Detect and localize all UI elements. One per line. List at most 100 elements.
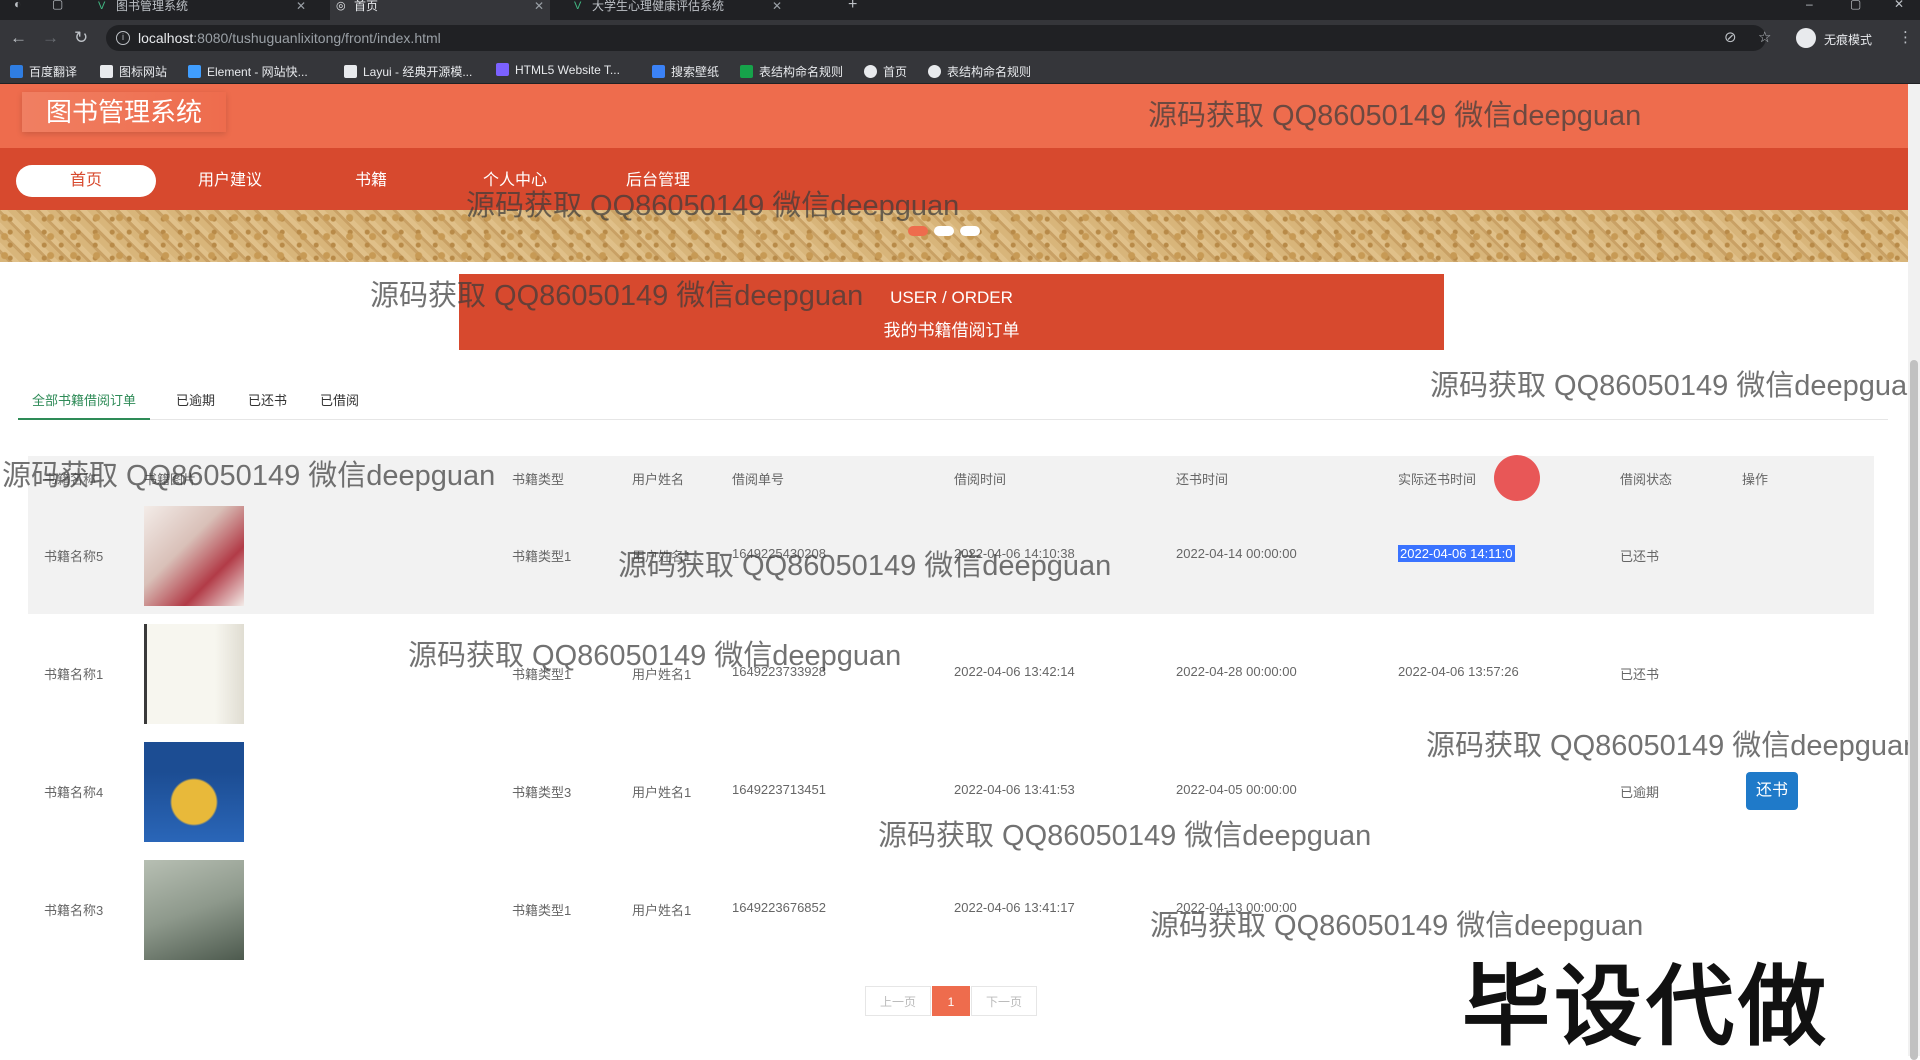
bookmark-icon [864,65,877,78]
due-time: 2022-04-05 00:00:00 [1176,782,1297,797]
big-watermark: 毕设代做 [1462,957,1831,1056]
browser-tab-2[interactable]: V 大学生心理健康评估系统 ✕ [568,0,788,20]
minimize-icon[interactable]: – [1806,0,1813,10]
bookmark-icon [652,65,665,78]
star-icon[interactable]: ☆ [1758,28,1771,46]
order-number: 1649223676852 [732,900,826,915]
col-header: 用户姓名 [632,472,685,487]
bookmark-icon [10,65,23,78]
bookmark-item[interactable]: HTML5 Website T... [496,63,620,77]
book-type: 书籍类型1 [512,549,572,564]
prev-page-button[interactable]: 上一页 [865,986,931,1016]
watermark: 源码获取 QQ86050149 微信deepguan [1148,100,1642,132]
browser-tab-title: 图书管理系统 [116,0,189,13]
bookmark-item[interactable]: 首页 [864,63,907,80]
bookmark-label: 首页 [883,65,908,79]
reload-icon[interactable]: ↻ [74,29,88,46]
book-name: 书籍名称1 [44,667,104,682]
book-image [144,860,244,960]
eye-off-icon[interactable]: ⊘ [1724,28,1737,46]
borrow-time: 2022-04-06 13:42:14 [954,664,1075,679]
watermark: 源码获取 QQ86050149 微信deepguan [618,550,1112,582]
borrow-status: 已逾期 [1620,785,1660,800]
tab-search-icon[interactable]: ▢ [52,0,63,10]
bookmark-icon [344,65,357,78]
window-close-icon[interactable]: ✕ [1894,0,1904,10]
book-image [144,506,244,606]
bookmark-item[interactable]: 图标网站 [100,63,167,80]
watermark: 源码获取 QQ86050149 微信deepguan [408,640,902,672]
user-name: 用户姓名1 [632,903,692,918]
bookmark-label: HTML5 Website T... [515,63,620,77]
scrollbar-thumb[interactable] [1910,360,1918,1060]
close-tab-icon[interactable]: ✕ [534,0,544,12]
page-1-button[interactable]: 1 [932,986,970,1016]
browser-tab-title: 大学生心理健康评估系统 [592,0,725,13]
bookmark-item[interactable]: 百度翻译 [10,63,77,80]
actual-return-time: 2022-04-06 13:57:26 [1398,664,1519,679]
site-logo[interactable]: 图书管理系统 [22,92,227,132]
browser-tab-title: 首页 [354,0,379,13]
url-host: localhost [138,30,194,46]
url-field[interactable]: i localhost:8080/tushuguanlixitong/front… [106,25,1766,51]
back-icon[interactable]: ← [10,29,27,46]
nav-books[interactable]: 书籍 [301,165,441,197]
bookmark-icon [928,65,941,78]
browser-menu-icon[interactable]: ◐ [14,0,21,10]
nav-suggestions[interactable]: 用户建议 [160,165,300,197]
url-path: :8080/tushuguanlixitong/front/index.html [193,30,441,46]
address-bar: ← → ↻ i localhost:8080/tushuguanlixitong… [0,20,1920,56]
bookmarks-bar: 百度翻译 图标网站 Element - 网站快... Layui - 经典开源模… [0,56,1920,84]
bookmark-item[interactable]: Element - 网站快... [188,63,308,80]
return-book-button[interactable]: 还书 [1746,772,1798,810]
close-tab-icon[interactable]: ✕ [772,0,782,12]
bookmark-icon [100,65,113,78]
more-icon[interactable]: ⋮ [1898,28,1913,46]
watermark: 源码获取 QQ86050149 微信deepguan [2,460,496,492]
bookmark-label: 百度翻译 [29,65,78,79]
bookmark-item[interactable]: 表结构命名规则 [928,63,1031,80]
watermark: 源码获取 QQ86050149 微信deepguan [370,280,864,312]
vue-icon: V [98,0,106,12]
book-name: 书籍名称5 [44,549,104,564]
due-time: 2022-04-14 00:00:00 [1176,546,1297,561]
borrow-time: 2022-04-06 13:41:53 [954,782,1075,797]
bookmark-label: 搜索壁纸 [671,65,720,79]
next-page-button[interactable]: 下一页 [971,986,1037,1016]
col-header: 借阅时间 [954,472,1007,487]
browser-tab-1[interactable]: ◎ 首页 ✕ [330,0,550,20]
book-image [144,742,244,842]
tab-overdue[interactable]: 已逾期 [176,390,215,420]
carousel-dot[interactable] [934,226,954,236]
globe-icon: ◎ [336,0,346,12]
site-info-icon[interactable]: i [116,31,130,45]
bookmark-label: Layui - 经典开源模... [363,65,473,79]
browser-tab-0[interactable]: V 图书管理系统 ✕ [92,0,312,20]
tab-borrowed[interactable]: 已借阅 [320,390,359,420]
tab-all-orders[interactable]: 全部书籍借阅订单 [18,390,151,420]
user-name: 用户姓名1 [632,785,692,800]
bookmark-item[interactable]: 表结构命名规则 [740,63,843,80]
new-tab-icon[interactable]: + [848,0,857,13]
book-type: 书籍类型1 [512,903,572,918]
col-header: 还书时间 [1176,472,1229,487]
carousel-dot[interactable] [908,226,928,236]
page-scrollbar[interactable] [1908,84,1920,1060]
book-image [144,624,244,724]
tab-returned[interactable]: 已还书 [248,390,287,420]
bookmark-label: 表结构命名规则 [759,65,844,79]
bookmark-icon [188,65,201,78]
col-header: 操作 [1742,472,1769,487]
forward-icon[interactable]: → [42,29,59,46]
nav-home[interactable]: 首页 [16,165,156,197]
carousel-dot[interactable] [960,226,980,236]
incognito-label: 无痕模式 [1824,33,1873,47]
bookmark-item[interactable]: 搜索壁纸 [652,63,719,80]
close-tab-icon[interactable]: ✕ [296,0,306,12]
book-type: 书籍类型3 [512,785,572,800]
order-title: 我的书籍借阅订单 [883,321,1020,340]
maximize-icon[interactable]: ▢ [1850,0,1861,10]
bookmark-item[interactable]: Layui - 经典开源模... [344,63,472,80]
borrow-time: 2022-04-06 13:41:17 [954,900,1075,915]
book-name: 书籍名称4 [44,785,104,800]
